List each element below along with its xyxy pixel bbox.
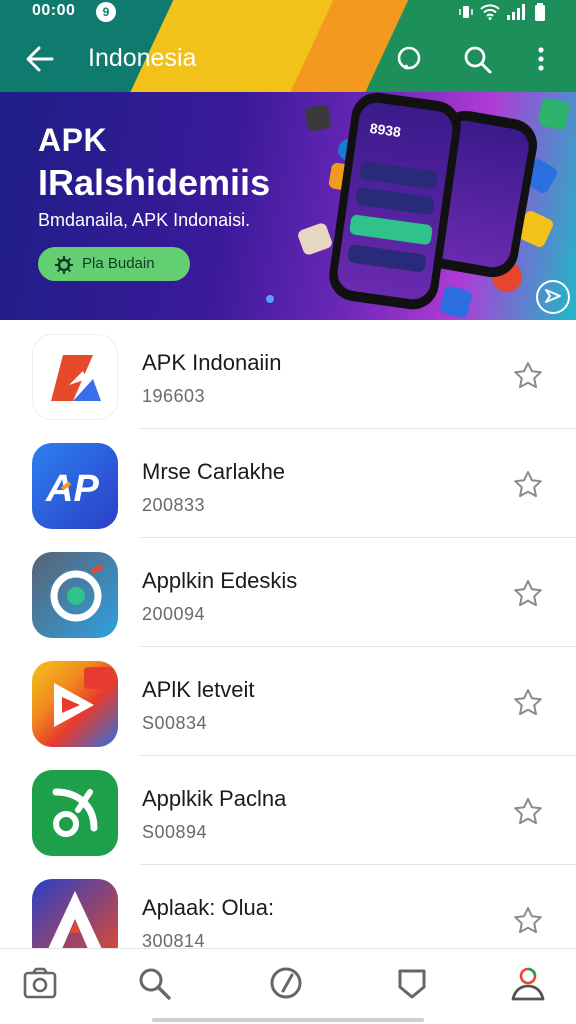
battery-icon: [534, 3, 546, 26]
wifi-icon: [480, 4, 500, 25]
signal-icon: [506, 4, 528, 25]
home-indicator[interactable]: [152, 1018, 424, 1022]
vibrate-icon: [458, 4, 474, 25]
circle-arrow-icon: [32, 552, 118, 638]
list-item[interactable]: APK Indonaiin 196603: [0, 320, 576, 429]
app-name: Applkik Paclna: [142, 786, 287, 811]
list-item[interactable]: Applkik Paclna S00894: [0, 756, 576, 865]
star-icon[interactable]: [512, 905, 544, 937]
back-arrow-icon[interactable]: [22, 42, 58, 76]
star-icon[interactable]: [512, 360, 544, 392]
list-item[interactable]: AP Mrse Carlakhe 200833: [0, 429, 576, 538]
app-meta: 300814: [142, 931, 206, 948]
star-icon[interactable]: [512, 578, 544, 610]
app-meta: 200833: [142, 495, 206, 515]
a-shield-icon: [32, 879, 118, 948]
app-meta: 200094: [142, 604, 206, 624]
app-name: APlK letveit: [142, 677, 255, 702]
list-item[interactable]: Aplaak: Olua: 300814: [0, 865, 576, 948]
star-icon[interactable]: [512, 687, 544, 719]
floating-arrow-tile-icon: [438, 284, 474, 320]
banner-pager-dot[interactable]: [266, 295, 274, 303]
search-icon[interactable]: [460, 42, 494, 76]
banner-cta-label: Pla Budain: [82, 255, 155, 272]
banner-cta-button[interactable]: Pla Budain: [38, 247, 190, 281]
camera-icon[interactable]: [20, 963, 60, 1003]
status-bar: 00:00 9: [0, 0, 576, 26]
app-bar: Indonesia: [0, 30, 576, 88]
star-icon[interactable]: [512, 469, 544, 501]
app-meta: 196603: [142, 386, 206, 406]
star-icon[interactable]: [512, 796, 544, 828]
top-header: 00:00 9 Indonesia: [0, 0, 576, 92]
promo-banner[interactable]: APK IRalshidemiis Bmdanaila, APK Indonai…: [0, 92, 576, 320]
floating-tile-icon: [303, 103, 333, 133]
svg-text:AP: AP: [45, 468, 99, 510]
banner-subtitle: Bmdanaila, APK Indonaisi.: [38, 210, 251, 230]
search-nav-icon[interactable]: [134, 963, 174, 1003]
share-icon[interactable]: [536, 280, 570, 314]
status-icons: [458, 3, 546, 26]
phone-front-mockup: 8938: [325, 92, 465, 313]
compass-icon[interactable]: [266, 963, 306, 1003]
phone-screen-text: 8938: [368, 119, 402, 141]
profile-icon[interactable]: [508, 963, 548, 1003]
list-item[interactable]: Applkin Edeskis 200094: [0, 538, 576, 647]
status-time: 00:00: [32, 2, 76, 19]
app-name: Aplaak: Olua:: [142, 895, 275, 920]
app-bar-title: Indonesia: [88, 44, 197, 72]
floating-card-icon: [296, 221, 334, 257]
app-list: APK Indonaiin 196603 AP Mrse Carlakhe 20…: [0, 320, 576, 948]
banner-headline-1: APK: [38, 122, 108, 158]
notification-icon: 9: [96, 2, 116, 22]
banner-headline-2: IRalshidemiis: [38, 162, 271, 203]
apk-icon: [32, 334, 118, 420]
app-name: Mrse Carlakhe: [142, 459, 286, 484]
gear-icon: [54, 254, 74, 274]
app-name: Applkin Edeskis: [142, 568, 298, 593]
shield-icon[interactable]: [392, 963, 432, 1003]
red-play-icon: [32, 661, 118, 747]
app-name: APK Indonaiin: [142, 350, 282, 375]
overflow-menu-icon[interactable]: [524, 42, 558, 76]
chat-icon[interactable]: [392, 42, 426, 76]
app-meta: S00834: [142, 713, 208, 733]
list-item[interactable]: APlK letveit S00834: [0, 647, 576, 756]
app-meta: S00894: [142, 822, 208, 842]
bottom-navigation: [0, 948, 576, 1024]
floating-green-tile-icon: [537, 97, 571, 131]
ap-icon: AP: [32, 443, 118, 529]
green-leaf-icon: [32, 770, 118, 856]
